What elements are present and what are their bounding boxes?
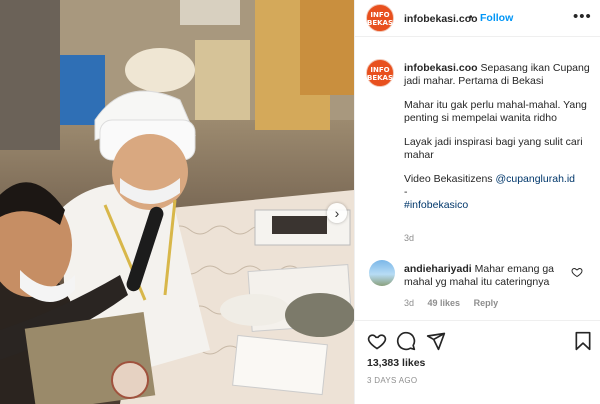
avatar-text-bottom: BEKASI (367, 19, 396, 27)
avatar-text-top: INFO (370, 11, 390, 19)
comment-meta: 3d 49 likes Reply (404, 298, 509, 308)
post-header: INFO BEKASI infobekasi.coo • Follow ••• (355, 0, 600, 37)
comment-time-ago[interactable]: 3d (404, 298, 414, 308)
caption-line-3: Layak jadi inspirasi bagi yang sulit car… (404, 136, 583, 161)
wedding-scene-illustration (0, 0, 354, 404)
comment-icon[interactable] (396, 331, 416, 351)
reply-button[interactable]: Reply (474, 298, 499, 308)
chevron-right-icon[interactable]: › (327, 203, 347, 223)
more-options-icon[interactable]: ••• (573, 8, 592, 25)
commenter-avatar[interactable] (369, 260, 395, 286)
comment-like-heart-icon[interactable] (571, 266, 583, 278)
comment-item: andiehariyadi Mahar emang ga mahal yg ma… (404, 263, 569, 289)
post-details-panel: INFO BEKASI infobekasi.coo • Follow ••• … (354, 0, 600, 404)
post-media-image[interactable]: › (0, 0, 354, 404)
posted-time[interactable]: 3 DAYS AGO (367, 376, 417, 385)
bookmark-icon[interactable] (573, 331, 593, 351)
caption-time-ago[interactable]: 3d (404, 233, 414, 243)
avatar-text-top: INFO (370, 66, 390, 74)
separator-dot: • (469, 12, 473, 23)
caption-line-4: Video Bekasitizens (404, 173, 496, 185)
heart-icon[interactable] (367, 331, 387, 351)
caption-username[interactable]: infobekasi.coo (404, 62, 478, 74)
follow-button[interactable]: Follow (480, 12, 513, 24)
caption-line-5: - (404, 186, 408, 198)
mention-link[interactable]: @cupanglurah.id (495, 173, 575, 185)
commenter-username[interactable]: andiehariyadi (404, 263, 472, 275)
caption-line-2: Mahar itu gak perlu mahal-mahal. Yang pe… (404, 99, 587, 124)
avatar-text-bottom: BEKASI (367, 74, 396, 82)
likes-count[interactable]: 13,383 likes (367, 357, 425, 369)
hashtag-link[interactable]: #infobekasico (404, 199, 594, 212)
profile-avatar[interactable]: INFO BEKASI (366, 4, 396, 32)
post-caption: infobekasi.coo Sepasang ikan Cupang jadi … (404, 62, 594, 223)
profile-username[interactable]: infobekasi.coo (404, 13, 478, 25)
share-icon[interactable] (426, 331, 446, 351)
post-actions-bar: 13,383 likes 3 DAYS AGO (355, 320, 600, 404)
caption-avatar[interactable]: INFO BEKASI (366, 59, 396, 87)
comment-likes[interactable]: 49 likes (428, 298, 461, 308)
